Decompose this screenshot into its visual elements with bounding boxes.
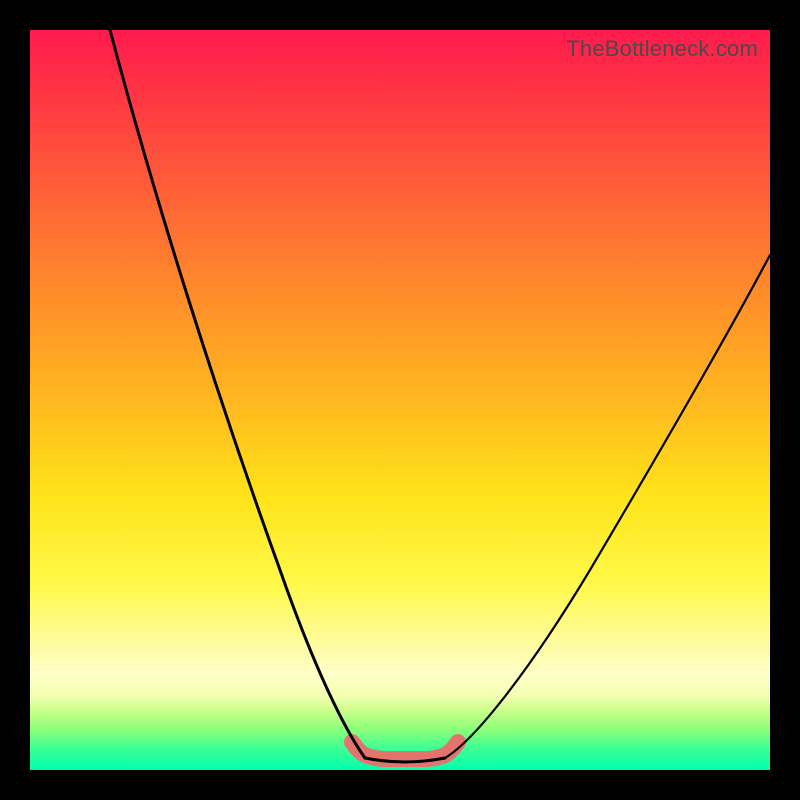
curve-layer bbox=[30, 30, 770, 770]
plot-area: TheBottleneck.com bbox=[30, 30, 770, 770]
highlight-segment bbox=[352, 742, 458, 759]
chart-frame: TheBottleneck.com bbox=[0, 0, 800, 800]
left-curve bbox=[110, 30, 365, 758]
right-curve bbox=[445, 255, 770, 758]
